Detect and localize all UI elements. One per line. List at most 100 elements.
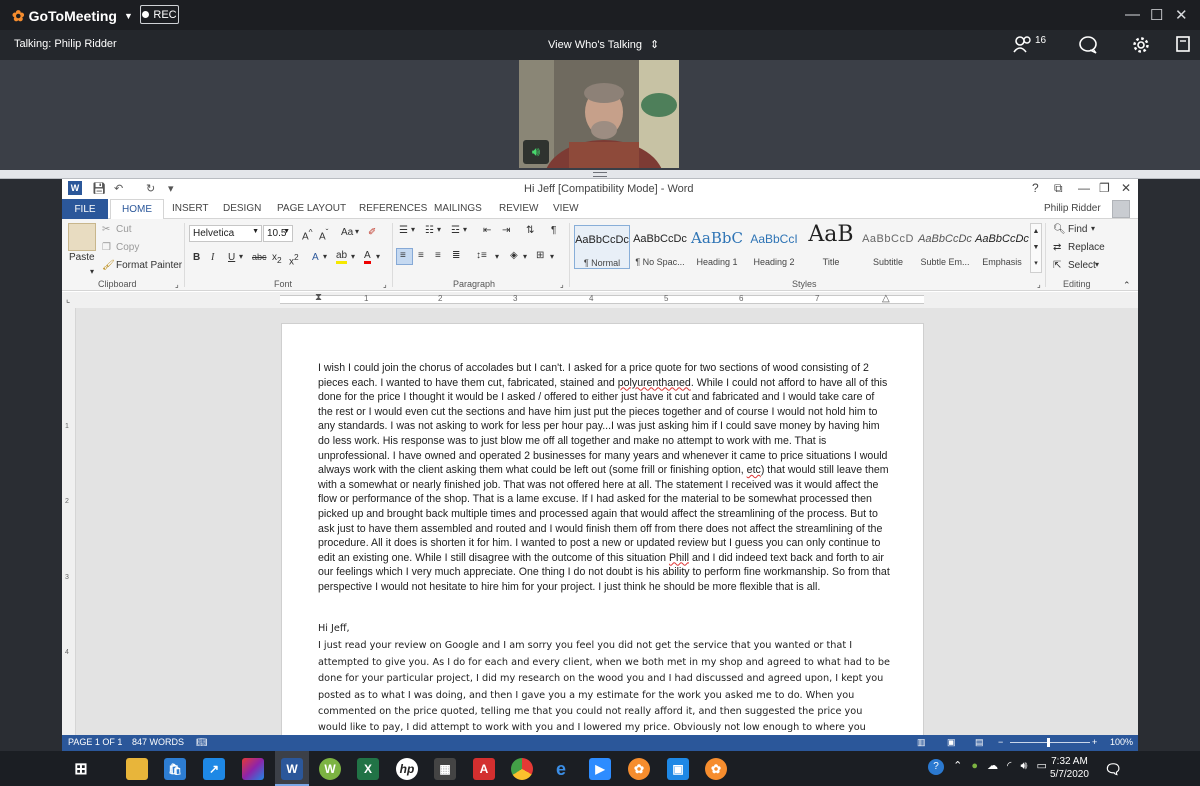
vertical-ruler[interactable]: 1 2 3 4 <box>62 308 76 735</box>
clipboard-launcher-icon[interactable]: ⌟ <box>175 280 179 289</box>
participants-button[interactable]: 16 <box>1013 35 1046 53</box>
read-mode-icon[interactable]: ▥ <box>917 737 926 748</box>
styles-launcher-icon[interactable]: ⌟ <box>1037 280 1041 289</box>
clear-formatting-icon[interactable]: ✐ <box>368 227 376 238</box>
battery-icon[interactable]: ▭ <box>1036 760 1046 772</box>
minimize-icon[interactable]: — <box>1078 181 1090 195</box>
show-formatting-icon[interactable]: ¶ <box>551 225 556 236</box>
review-paragraph[interactable]: I wish I could join the chorus of accola… <box>318 361 890 595</box>
hp-icon[interactable]: hp <box>396 758 418 780</box>
ribbon-display-icon[interactable]: ⧉ <box>1054 181 1063 196</box>
file-explorer-icon[interactable] <box>126 758 148 780</box>
tab-mailings[interactable]: MAILINGS <box>434 203 482 214</box>
style-heading-1[interactable]: AaBbC Heading 1 <box>689 225 745 269</box>
acrobat-icon[interactable]: A <box>473 758 495 780</box>
gear-icon[interactable] <box>1132 36 1150 54</box>
text-effects-icon[interactable]: A <box>312 252 319 263</box>
zoom-app-icon[interactable]: ▶ <box>589 758 611 780</box>
style-subtitle[interactable]: AaBbCcD Subtitle <box>860 225 916 269</box>
help-icon[interactable]: ? <box>1032 181 1039 195</box>
style-heading-2[interactable]: AaBbCcI Heading 2 <box>746 225 802 269</box>
customize-qat-icon[interactable]: ▾ <box>168 182 174 195</box>
strikethrough-button[interactable]: abc <box>252 252 267 262</box>
minimize-icon[interactable]: — <box>1125 6 1140 23</box>
print-layout-icon[interactable]: ▣ <box>947 737 956 748</box>
tab-page-layout[interactable]: PAGE LAYOUT <box>277 203 346 214</box>
zoom-slider-thumb[interactable] <box>1047 738 1050 747</box>
signed-in-user[interactable]: Philip Ridder <box>1044 203 1101 214</box>
zoom-in-icon[interactable]: + <box>1092 737 1097 747</box>
web-layout-icon[interactable]: ▤ <box>975 737 984 748</box>
tab-selector-icon[interactable]: ⌞ <box>66 294 70 305</box>
gotomeeting-taskbar-icon-2[interactable]: ✿ <box>705 758 727 780</box>
chevron-down-icon[interactable]: ▾ <box>523 252 527 261</box>
font-launcher-icon[interactable]: ⌟ <box>383 280 387 289</box>
reply-letter[interactable]: Hi Jeff, I just read your review on Goog… <box>318 621 890 751</box>
tray-app-icon[interactable]: ● <box>971 760 978 772</box>
panel-resize-handle[interactable] <box>0 170 1200 179</box>
excel-icon[interactable]: X <box>357 758 379 780</box>
notifications-icon[interactable]: 🗨︎ <box>1102 758 1124 780</box>
cloud-icon[interactable]: ☁ <box>987 760 998 772</box>
maximize-icon[interactable]: ☐ <box>1150 6 1163 24</box>
align-right-icon[interactable]: ≡ <box>435 250 441 261</box>
save-icon[interactable]: 💾︎ <box>92 182 106 195</box>
close-icon[interactable]: ✕ <box>1121 181 1131 195</box>
bullets-icon[interactable]: ☰ <box>399 225 408 236</box>
format-painter-button[interactable]: Format Painter <box>116 260 182 271</box>
cut-button[interactable]: Cut <box>116 224 132 235</box>
chrome-icon[interactable] <box>511 758 533 780</box>
store-icon[interactable]: 🛍︎ <box>164 758 186 780</box>
tab-file[interactable]: FILE <box>62 199 108 219</box>
zoom-level[interactable]: 100% <box>1110 737 1133 747</box>
find-button[interactable]: Find <box>1068 224 1087 235</box>
zoom-slider[interactable] <box>1010 742 1090 743</box>
italic-button[interactable]: I <box>211 252 214 263</box>
first-line-indent-marker[interactable]: ⧗ <box>315 292 322 303</box>
chevron-down-icon[interactable]: ▾ <box>1091 224 1095 233</box>
chevron-down-icon[interactable]: ▾ <box>323 252 327 261</box>
chevron-down-icon[interactable]: ▾ <box>550 252 554 261</box>
gotomeeting-taskbar-icon[interactable]: ✿ <box>628 758 650 780</box>
paste-button[interactable]: Paste <box>69 252 95 263</box>
word-icon[interactable]: W <box>281 758 303 780</box>
blue-app-icon[interactable]: ▣ <box>667 758 689 780</box>
close-icon[interactable]: ✕ <box>1175 6 1188 24</box>
tab-references[interactable]: REFERENCES <box>359 203 427 214</box>
chat-icon[interactable] <box>1078 36 1098 54</box>
chevron-down-icon[interactable]: ▾ <box>495 252 499 261</box>
zoom-out-icon[interactable]: − <box>998 737 1003 747</box>
help-badge-icon[interactable]: ? <box>928 759 944 775</box>
chevron-down-icon[interactable]: ▾ <box>376 252 380 261</box>
restore-icon[interactable]: ❐ <box>1099 181 1110 195</box>
popout-icon[interactable] <box>1176 36 1190 52</box>
style-title[interactable]: AaB Title <box>803 222 859 269</box>
right-indent-marker[interactable]: △ <box>882 293 890 304</box>
volume-icon[interactable]: 🔊︎ <box>1020 760 1027 772</box>
decrease-indent-icon[interactable]: ⇤ <box>483 225 491 236</box>
replace-button[interactable]: Replace <box>1068 242 1105 253</box>
chevron-down-icon[interactable]: ▾ <box>355 227 359 236</box>
horizontal-ruler[interactable]: 1 2 3 4 5 6 7 <box>280 294 924 304</box>
highlight-icon[interactable]: ab <box>336 250 348 264</box>
change-case-button[interactable]: Aa <box>341 227 353 238</box>
tab-insert[interactable]: INSERT <box>172 203 209 214</box>
chevron-down-icon[interactable]: ▾ <box>351 252 355 261</box>
chevron-down-icon[interactable]: ▾ <box>411 225 415 234</box>
paste-icon[interactable] <box>68 223 96 251</box>
increase-indent-icon[interactable]: ⇥ <box>502 225 510 236</box>
align-center-icon[interactable]: ≡ <box>418 250 424 261</box>
font-size-field[interactable]: 10.5 ▼ <box>263 225 293 242</box>
chevron-down-icon[interactable]: ▾ <box>463 225 467 234</box>
multilevel-list-icon[interactable]: ☲ <box>451 225 460 236</box>
document-page[interactable]: I wish I could join the chorus of accola… <box>281 323 924 750</box>
font-name-field[interactable]: Helvetica ▼ <box>189 225 262 242</box>
paste-dropdown-icon[interactable]: ▾ <box>90 267 94 276</box>
green-w-app-icon[interactable]: W <box>319 758 341 780</box>
edge-icon[interactable]: e <box>550 758 572 780</box>
calculator-icon[interactable]: ▦ <box>434 758 456 780</box>
bold-button[interactable]: B <box>193 252 200 263</box>
style-subtle-emphasis[interactable]: AaBbCcDc Subtle Em... <box>917 225 973 269</box>
subscript-button[interactable]: x2 <box>272 252 282 265</box>
style-no-spacing[interactable]: AaBbCcDc ¶ No Spac... <box>632 225 688 269</box>
